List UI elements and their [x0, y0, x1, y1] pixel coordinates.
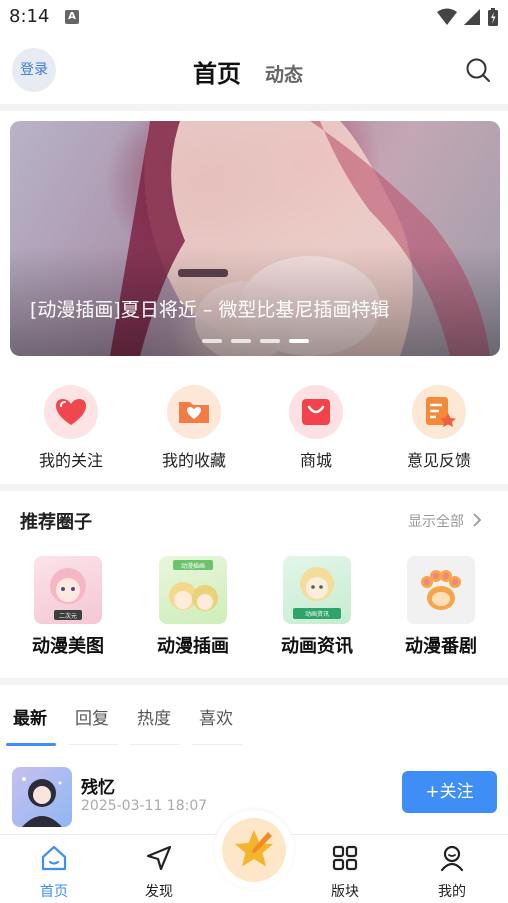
profile-icon: [440, 845, 464, 872]
thumb-badge: 动画资讯: [305, 610, 329, 618]
nav-sections[interactable]: 版块: [305, 843, 385, 901]
banner-carousel[interactable]: [动漫插画]夏日将近 – 微型比基尼插画特辑: [10, 121, 500, 356]
star-pen-icon: [222, 818, 286, 882]
shopping-bag-icon: [289, 385, 343, 439]
feed-tabs: 最新 回复 热度 喜欢: [0, 700, 508, 748]
show-all-link[interactable]: 显示全部: [408, 511, 482, 531]
quick-label: 商城: [299, 451, 332, 470]
tab-replies[interactable]: 回复: [75, 704, 109, 729]
section-divider: [0, 484, 508, 491]
nav-profile[interactable]: 我的: [412, 843, 492, 901]
search-icon[interactable]: [464, 56, 492, 84]
nav-label: 发现: [145, 884, 173, 900]
circle-thumbnail: 动画资讯: [283, 556, 351, 624]
nav-discover[interactable]: 发现: [119, 843, 199, 901]
chevron-right-icon: [473, 513, 482, 527]
avatar[interactable]: [12, 767, 72, 827]
wifi-icon: [437, 8, 457, 25]
quick-feedback[interactable]: 意见反馈: [389, 385, 489, 471]
post-create-button[interactable]: [214, 810, 294, 890]
heart-icon: [44, 385, 98, 439]
circle-thumbnail: 动漫插画: [159, 556, 227, 624]
top-header: 登录 首页 动态: [0, 44, 508, 98]
post-timestamp: 2025-03-11 18:07: [81, 798, 208, 814]
home-icon: [41, 845, 67, 871]
circle-thumbnail: 二次元: [34, 556, 102, 624]
thumb-badge: 动漫插画: [181, 562, 205, 570]
carousel-dot: [260, 339, 280, 343]
signal-icon: [464, 9, 480, 25]
tab-likes[interactable]: 喜欢: [199, 704, 233, 729]
circle-label: 动画资讯: [281, 636, 353, 657]
tab-separator: [192, 744, 242, 745]
circle-anime-pictures[interactable]: 二次元 动漫美图: [13, 556, 123, 658]
carousel-dot: [202, 339, 222, 343]
circle-label: 动漫美图: [32, 636, 104, 657]
status-icons: [437, 7, 499, 27]
battery-icon: [488, 8, 498, 26]
post-author[interactable]: 残忆: [81, 773, 115, 798]
tab-dynamic[interactable]: 动态: [265, 60, 303, 87]
nav-label: 首页: [40, 884, 68, 900]
nav-home[interactable]: 首页: [14, 843, 94, 901]
circle-label: 动漫插画: [157, 636, 229, 657]
circle-label: 动漫番剧: [405, 636, 477, 657]
notification-a-icon: A: [65, 10, 79, 24]
tab-latest[interactable]: 最新: [13, 704, 47, 729]
carousel-dot-active: [289, 339, 309, 343]
show-all-label: 显示全部: [408, 514, 464, 530]
quick-label: 意见反馈: [406, 451, 471, 470]
paw-icon: [407, 556, 475, 624]
carousel-dot: [231, 339, 251, 343]
nav-label: 我的: [438, 884, 466, 900]
circle-anime-series[interactable]: 动漫番剧: [386, 556, 496, 658]
quick-label: 我的关注: [38, 451, 103, 470]
status-time: 8:14: [9, 6, 50, 27]
discover-icon: [146, 845, 172, 871]
quick-my-favorites[interactable]: 我的收藏: [144, 385, 244, 471]
tab-separator: [130, 744, 180, 745]
section-divider: [0, 678, 508, 685]
login-button[interactable]: 登录: [12, 48, 56, 92]
banner-title: [动漫插画]夏日将近 – 微型比基尼插画特辑: [30, 299, 390, 321]
tab-separator: [68, 744, 118, 745]
quick-label: 我的收藏: [161, 451, 226, 470]
tab-home[interactable]: 首页: [193, 54, 241, 89]
recommended-title: 推荐圈子: [20, 512, 92, 533]
nav-label: 版块: [331, 884, 359, 900]
feedback-doc-icon: [412, 385, 466, 439]
quick-my-follow[interactable]: 我的关注: [21, 385, 121, 471]
circle-anime-news[interactable]: 动画资讯 动画资讯: [262, 556, 372, 658]
carousel-indicator: [202, 339, 309, 343]
grid-icon: [332, 845, 358, 871]
header-divider: [0, 104, 508, 111]
follow-button[interactable]: +关注: [402, 771, 497, 813]
status-bar: 8:14 A: [0, 0, 508, 36]
circle-anime-illustration[interactable]: 动漫插画 动漫插画: [138, 556, 248, 658]
folder-heart-icon: [167, 385, 221, 439]
quick-actions: 我的关注 我的收藏 商城 意见反馈: [0, 385, 508, 475]
active-tab-indicator: [6, 743, 56, 746]
quick-shop[interactable]: 商城: [266, 385, 366, 471]
thumb-badge: 二次元: [59, 612, 77, 620]
tab-hot[interactable]: 热度: [137, 704, 171, 729]
